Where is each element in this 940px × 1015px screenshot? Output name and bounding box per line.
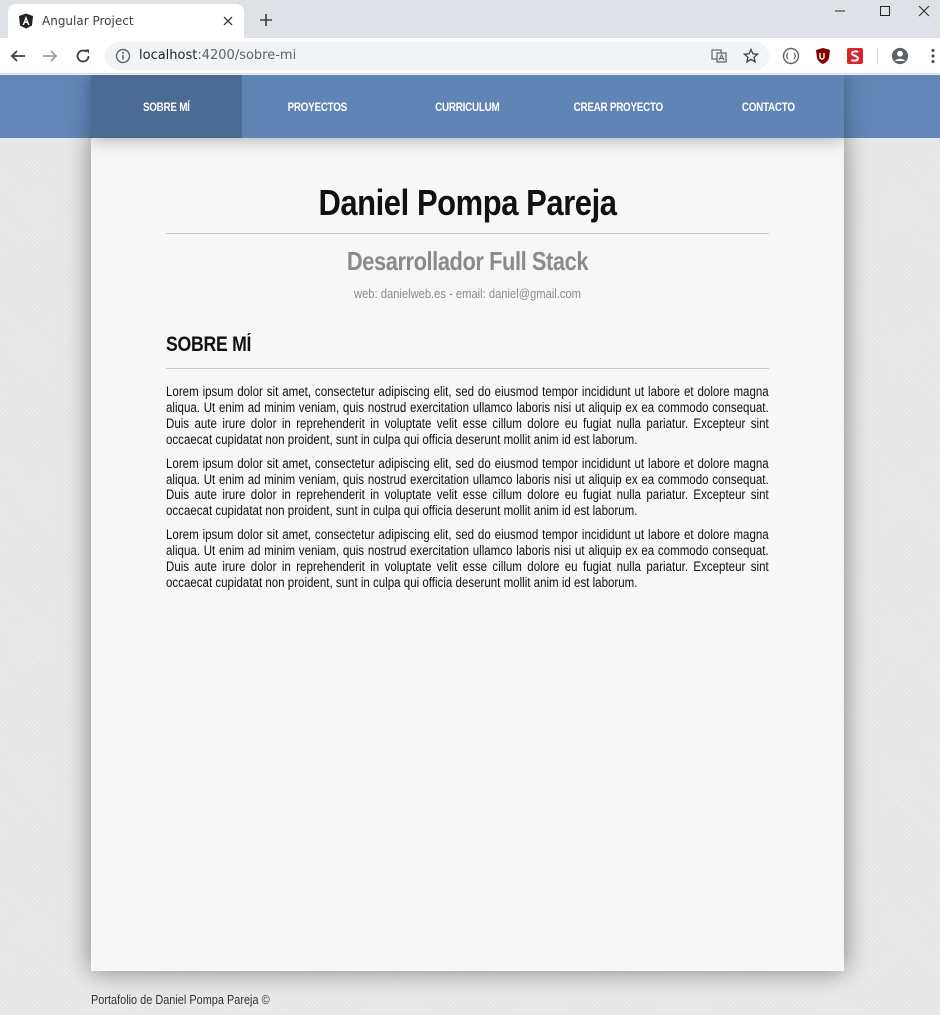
section-title: SOBRE MÍ: [166, 333, 252, 356]
forward-arrow-icon[interactable]: [39, 45, 61, 67]
profile-avatar-icon[interactable]: [891, 47, 909, 65]
nav-sobre-mi[interactable]: SOBRE MÍ: [91, 75, 242, 138]
browser-toolbar: localhost:4200/sobre-mi: [0, 38, 940, 74]
page-viewport: SOBRE MÍ PROYECTOS CURRICULUM CREAR PROY…: [0, 75, 940, 1015]
url-text[interactable]: localhost:4200/sobre-mi: [139, 48, 296, 63]
url-host: localhost: [139, 48, 198, 63]
url-path: :4200/sobre-mi: [197, 48, 297, 63]
site-info-icon[interactable]: [115, 48, 131, 64]
content-sheet: Daniel Pompa Pareja Desarrollador Full S…: [91, 138, 844, 971]
paragraph: Lorem ipsum dolor sit amet, consectetur …: [166, 384, 769, 447]
paragraph: Lorem ipsum dolor sit amet, consectetur …: [166, 527, 769, 590]
paragraph: Lorem ipsum dolor sit amet, consectetur …: [166, 455, 769, 519]
tab-title: Angular Project: [42, 14, 134, 28]
red-s-extension-icon[interactable]: [846, 47, 864, 65]
reload-icon[interactable]: [72, 45, 94, 67]
section-divider: [166, 368, 769, 369]
nav-crear-proyecto[interactable]: CREAR PROYECTO: [543, 75, 694, 138]
translate-icon[interactable]: [710, 47, 728, 65]
browser-tab[interactable]: Angular Project: [8, 4, 244, 38]
profile-role: Desarrollador Full Stack: [346, 246, 589, 276]
nav-curriculum[interactable]: CURRICULUM: [392, 75, 543, 138]
back-arrow-icon[interactable]: [7, 45, 29, 67]
bookmark-star-icon[interactable]: [742, 47, 760, 65]
address-bar[interactable]: localhost:4200/sobre-mi: [105, 42, 769, 70]
main-nav: SOBRE MÍ PROYECTOS CURRICULUM CREAR PROY…: [91, 75, 844, 138]
nav-label: CREAR PROYECTO: [573, 99, 663, 114]
nav-label: SOBRE MÍ: [142, 99, 190, 114]
angular-logo-icon: [18, 13, 34, 29]
window-close-icon[interactable]: [908, 0, 940, 22]
contact-info: web: danielweb.es - email: daniel@gmail.…: [354, 286, 581, 301]
footer-text: Portafolio de Daniel Pompa Pareja ©: [91, 992, 270, 1007]
ublock-shield-icon[interactable]: [814, 47, 832, 65]
tab-strip: Angular Project: [0, 0, 940, 38]
menu-kebab-icon[interactable]: [924, 47, 940, 65]
nav-proyectos[interactable]: PROYECTOS: [242, 75, 393, 138]
divider: [166, 233, 769, 234]
minimize-icon[interactable]: [818, 0, 862, 22]
toolbar-separator: [877, 48, 878, 64]
close-tab-icon[interactable]: [220, 13, 236, 29]
nav-contacto[interactable]: CONTACTO: [693, 75, 844, 138]
nav-label: PROYECTOS: [287, 99, 347, 114]
nav-label: CURRICULUM: [435, 99, 500, 114]
profile-name: Daniel Pompa Pareja: [318, 182, 617, 223]
about-text: Lorem ipsum dolor sit amet, consectetur …: [166, 384, 769, 599]
nav-label: CONTACTO: [742, 99, 796, 114]
new-tab-icon[interactable]: [256, 10, 276, 30]
extension-icon[interactable]: [782, 47, 800, 65]
maximize-icon[interactable]: [863, 0, 907, 22]
